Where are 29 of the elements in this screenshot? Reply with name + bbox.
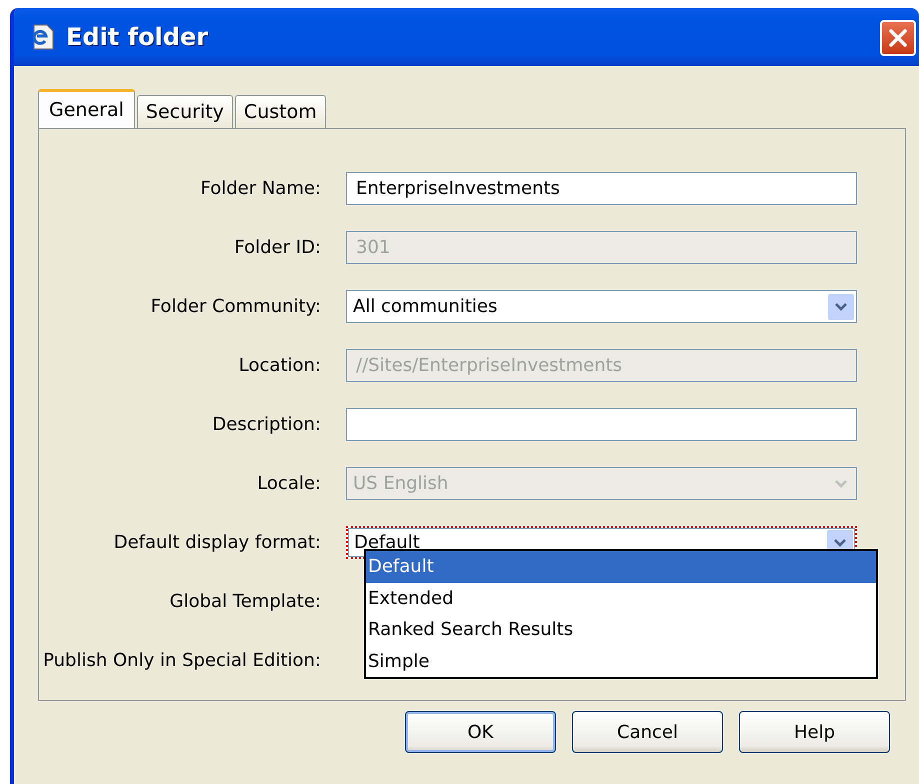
input-field[interactable] [346, 408, 857, 441]
field-label: Locale: [256, 472, 322, 496]
window-title: Edit folder [66, 22, 208, 53]
chevron-down-icon [834, 302, 848, 312]
field-label: Default display format: [112, 531, 322, 555]
dropdown-option[interactable]: Default [366, 551, 876, 582]
input-field[interactable]: EnterpriseInvestments [346, 172, 857, 205]
tab[interactable]: Custom [234, 95, 326, 128]
field-label: Folder Name: [199, 177, 322, 201]
dropdown-field[interactable]: All communities [346, 290, 857, 323]
tab[interactable]: Security [136, 95, 233, 128]
close-button[interactable] [880, 20, 916, 56]
dialog-button[interactable]: Cancel [572, 711, 723, 753]
field-label: Description: [211, 413, 322, 437]
chevron-down-icon [834, 478, 848, 488]
field-label: Location: [238, 354, 322, 378]
dropdown-option[interactable]: Extended [366, 582, 876, 614]
dialog-button[interactable]: Help [739, 711, 890, 753]
field-label: Folder ID: [233, 236, 322, 260]
tab[interactable]: General [38, 89, 135, 129]
field-label: Publish Only in Special Edition: [42, 649, 322, 673]
close-icon [888, 28, 908, 48]
page-icon [30, 23, 56, 51]
ok-button[interactable]: OK [405, 711, 556, 753]
field-label: Global Template: [168, 590, 322, 614]
chevron-down-icon [833, 538, 847, 548]
dropdown-option[interactable]: Simple [366, 646, 876, 677]
dropdown-option[interactable]: Ranked Search Results [366, 614, 876, 646]
field-label: Folder Community: [150, 295, 322, 319]
